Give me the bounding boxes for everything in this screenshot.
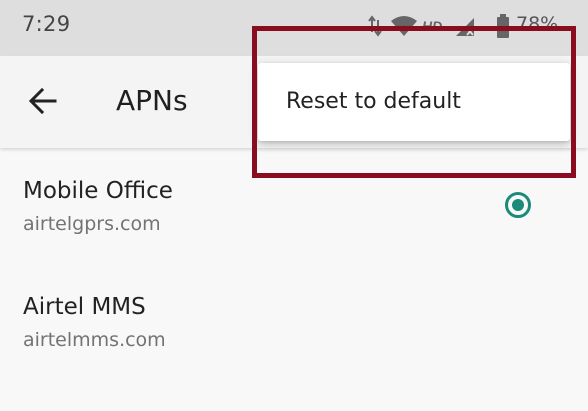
hd-icon: HD (422, 18, 442, 34)
wifi-icon (391, 16, 417, 36)
apn-url: airtelmms.com (23, 329, 166, 351)
apn-list: Mobile Office airtelgprs.com Airtel MMS … (0, 150, 588, 382)
radio-dot (512, 199, 524, 211)
menu-item-label: Reset to default (286, 89, 461, 114)
overflow-menu: Reset to default (258, 63, 570, 141)
back-button[interactable] (22, 80, 64, 122)
back-arrow-icon (28, 87, 57, 115)
apn-list-item[interactable]: Airtel MMS airtelmms.com (0, 266, 588, 382)
page-title: APNs (116, 84, 188, 117)
data-arrows-icon (368, 15, 382, 37)
apn-url: airtelgprs.com (23, 213, 161, 235)
status-bar: 7:29 HD 78% (0, 0, 588, 56)
status-icons: HD 78% (368, 13, 578, 40)
apn-name: Airtel MMS (23, 294, 146, 320)
screen: 7:29 HD 78% APNs Mobile Office airtelgpr… (0, 0, 588, 411)
apn-name: Mobile Office (23, 178, 173, 204)
status-time: 7:29 (22, 12, 71, 36)
svg-text:HD: HD (422, 18, 442, 34)
reset-to-default-menu-item[interactable]: Reset to default (258, 63, 570, 141)
battery-level: 78% (516, 13, 559, 35)
battery-icon (497, 14, 509, 38)
apn-list-item[interactable]: Mobile Office airtelgprs.com (0, 150, 588, 266)
apn-radio-button-selected[interactable] (505, 192, 531, 218)
signal-icon (456, 18, 474, 36)
